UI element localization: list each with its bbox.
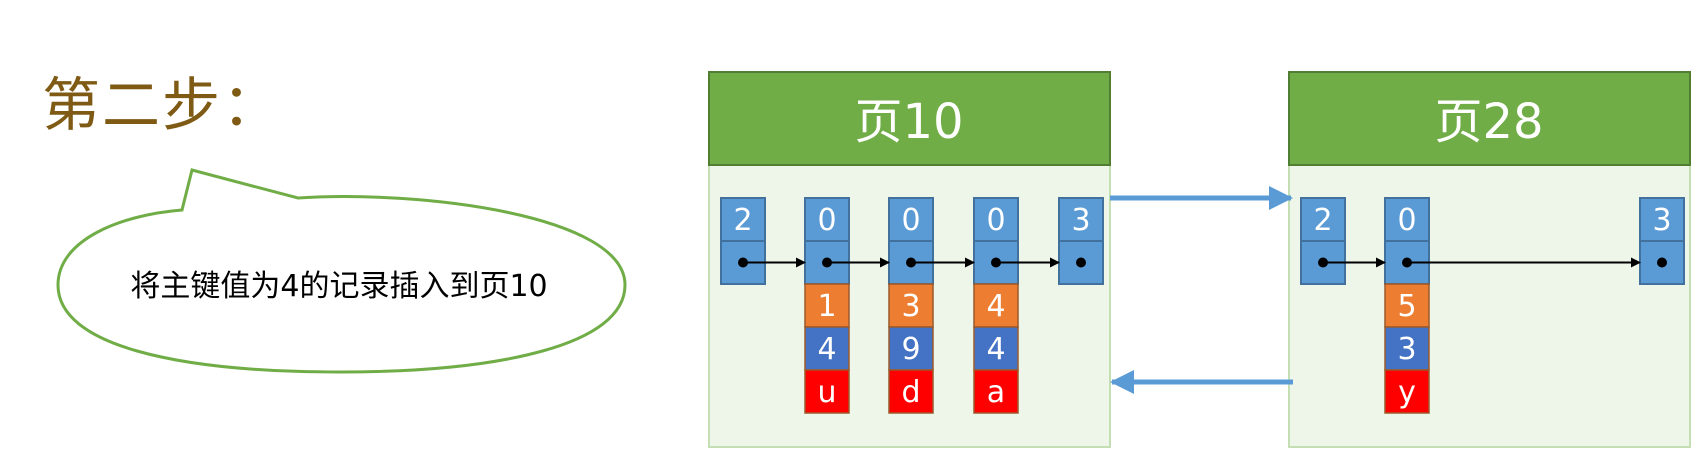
record-data-value: u [817, 375, 836, 410]
record-data-value: 3 [901, 289, 920, 324]
record: 0 5 3 y [1384, 197, 1430, 414]
n-owned-value: 3 [1071, 203, 1090, 238]
n-owned-value: 0 [986, 203, 1005, 238]
callout-bubble: 将主键值为4的记录插入到页10 [56, 168, 627, 374]
record: 2 [1300, 197, 1346, 285]
diagram-stage: 第二步： 将主键值为4的记录插入到页10 页10 2014u039d044a3 [0, 0, 1705, 475]
record-data-value: 3 [1397, 332, 1416, 367]
page-title: 页10 [854, 94, 963, 150]
n-owned-value: 0 [901, 203, 920, 238]
next-record-pointer [1076, 257, 1086, 268]
next-record-pointer [1657, 257, 1667, 268]
record-data-value: 4 [986, 289, 1005, 324]
record-data-value: 9 [901, 332, 920, 367]
page-10: 页10 2 0 1 4 u 0 3 9 d 0 4 4 a 3 [708, 71, 1111, 448]
record: 3 [1058, 197, 1104, 285]
record: 0 1 4 u [804, 197, 850, 414]
callout-text: 将主键值为4的记录插入到页10 [130, 269, 547, 304]
record: 0 3 9 d [888, 197, 934, 414]
record-data-value: d [901, 375, 920, 410]
n-owned-value: 0 [817, 203, 836, 238]
page-body [1288, 164, 1691, 448]
record: 0 4 4 a [973, 197, 1019, 414]
record-data-value: 4 [817, 332, 836, 367]
page-title: 页28 [1434, 94, 1543, 150]
n-owned-value: 2 [733, 203, 752, 238]
diagram-svg: 将主键值为4的记录插入到页10 页10 2 0 1 4 u 0 3 9 d 0 4 4 a 3 页28 2… [56, 71, 1691, 448]
n-owned-value: 3 [1652, 203, 1671, 238]
n-owned-value: 2 [1313, 203, 1332, 238]
record-data-value: y [1398, 375, 1416, 410]
record-data-value: a [987, 375, 1005, 410]
record: 2 [720, 197, 766, 285]
record: 3 [1639, 197, 1685, 285]
n-owned-value: 0 [1397, 203, 1416, 238]
record-data-value: 4 [986, 332, 1005, 367]
page-28: 页28 2 0 5 3 y 3 [1288, 71, 1691, 448]
record-data-value: 5 [1397, 289, 1416, 324]
record-data-value: 1 [817, 289, 836, 324]
